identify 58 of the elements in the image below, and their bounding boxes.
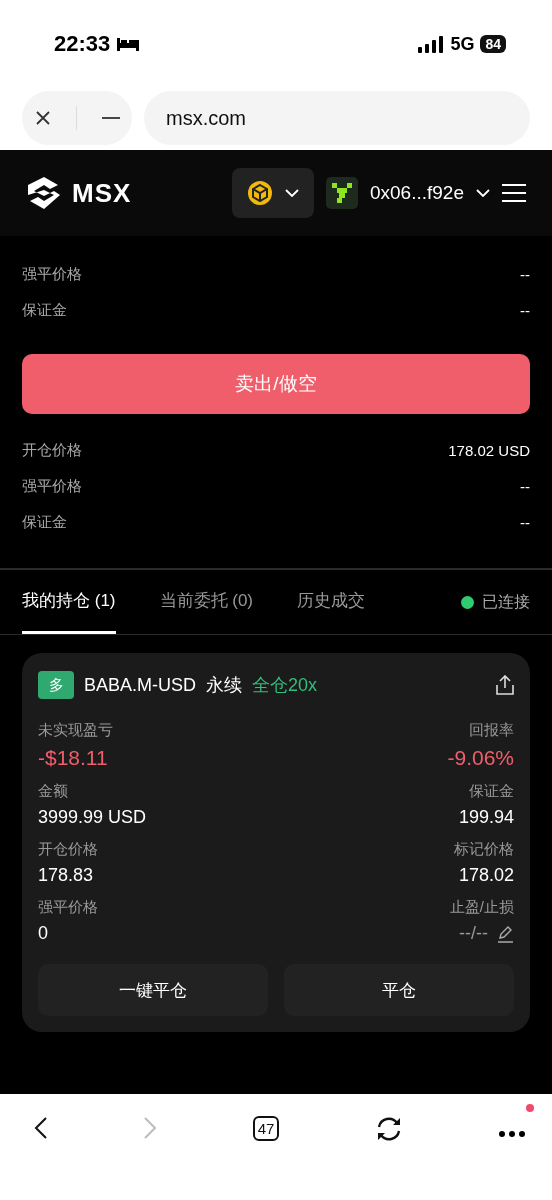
connection-status: 已连接: [482, 591, 530, 612]
bed-icon: [116, 36, 141, 52]
info-value: --: [520, 301, 530, 319]
back-icon[interactable]: [34, 1116, 48, 1140]
clock-time: 22:33: [54, 31, 111, 57]
stat-value: -9.06%: [447, 746, 514, 770]
menu-icon[interactable]: [502, 183, 526, 203]
chevron-down-icon: [476, 189, 490, 197]
cube-icon: [246, 180, 273, 206]
tab[interactable]: 我的持仓 (1): [22, 570, 116, 634]
share-icon[interactable]: [496, 675, 514, 695]
stat-label: 标记价格: [454, 840, 514, 859]
info-label: 强平价格: [22, 476, 82, 496]
close-position-button[interactable]: 一键平仓: [38, 964, 268, 1016]
signal-icon: [418, 35, 445, 53]
stat-label: 金额: [38, 782, 69, 801]
info-label: 保证金: [22, 512, 67, 532]
stat-label: 未实现盈亏: [38, 721, 114, 740]
info-value: 178.02 USD: [448, 441, 530, 459]
info-value: --: [520, 265, 530, 283]
chevron-down-icon: [284, 189, 299, 197]
tab[interactable]: 当前委托 (0): [159, 570, 253, 634]
stat-label: 开仓价格: [38, 840, 99, 859]
network-label: 5G: [450, 33, 475, 55]
side-badge: 多: [38, 671, 74, 699]
close-icon[interactable]: [34, 110, 51, 126]
pixel-avatar-icon: [325, 177, 358, 209]
address-bar[interactable]: msx.com: [144, 91, 530, 145]
info-value: --: [520, 513, 530, 531]
stat-value: 0: [38, 923, 48, 944]
tab-count-button[interactable]: 47: [252, 1116, 280, 1141]
stat-value: -$18.11: [38, 746, 108, 770]
network-selector[interactable]: [231, 168, 314, 218]
more-icon[interactable]: [498, 1130, 526, 1138]
battery-indicator: 84: [480, 35, 506, 53]
stat-value: 178.83: [38, 865, 94, 886]
info-label: 保证金: [22, 300, 67, 320]
margin-mode: 全仓20x: [252, 674, 318, 697]
symbol-name: BABA.M-USD: [84, 674, 197, 696]
info-value: --: [520, 477, 530, 495]
close-position-button[interactable]: 平仓: [284, 964, 514, 1016]
tab[interactable]: 历史成交: [297, 570, 365, 634]
stat-label: 强平价格: [38, 898, 99, 917]
stat-value: --/--: [459, 923, 488, 944]
stat-value: 178.02: [458, 865, 514, 886]
minimize-icon[interactable]: [101, 116, 120, 120]
stat-label: 回报率: [469, 721, 514, 740]
logo-text: MSX: [72, 177, 132, 209]
logo-icon: [26, 175, 62, 211]
info-label: 开仓价格: [22, 440, 82, 460]
stat-label: 止盈/止损: [449, 898, 514, 917]
stat-value: 199.94: [458, 807, 514, 828]
stat-label: 保证金: [469, 782, 514, 801]
info-label: 强平价格: [22, 264, 82, 284]
contract-type: 永续: [206, 674, 243, 697]
wallet-button[interactable]: 0x06...f92e: [325, 177, 490, 209]
stat-value: 3999.99 USD: [38, 807, 147, 828]
pencil-icon[interactable]: [496, 924, 514, 943]
